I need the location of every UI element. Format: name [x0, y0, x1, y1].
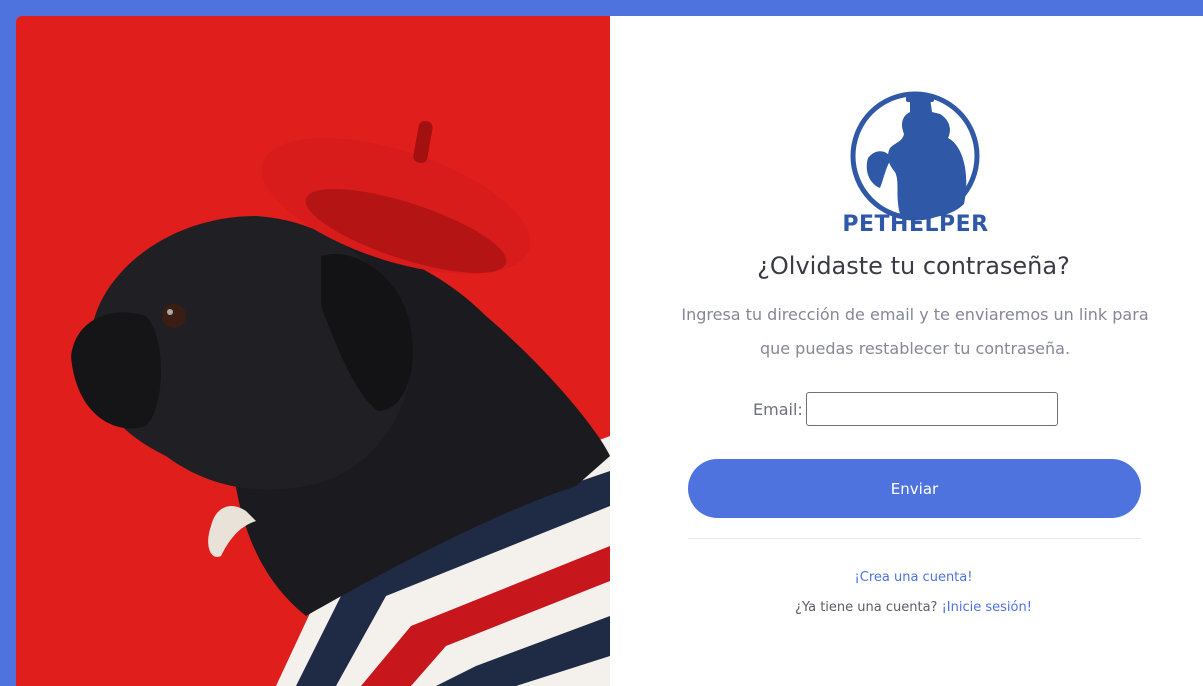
- email-input[interactable]: [805, 392, 1058, 426]
- login-card: PETHELPER ¿Olvidaste tu contraseña? Ingr…: [16, 16, 1203, 686]
- page-description: Ingresa tu dirección de email y te envia…: [681, 305, 1149, 358]
- email-label: Email:: [753, 399, 803, 419]
- pug-photo: [16, 16, 610, 686]
- divider: [688, 538, 1141, 539]
- forgot-password-panel: PETHELPER ¿Olvidaste tu contraseña? Ingr…: [610, 16, 1203, 686]
- page-title: ¿Olvidaste tu contraseña?: [757, 252, 1070, 280]
- submit-button[interactable]: Enviar: [688, 459, 1141, 518]
- have-account-text: ¿Ya tiene una cuenta?: [795, 600, 938, 615]
- create-account-link[interactable]: ¡Crea una cuenta!: [855, 570, 973, 585]
- create-account-row: ¡Crea una cuenta!: [610, 570, 1203, 585]
- email-row: Email:: [753, 392, 1058, 426]
- login-link[interactable]: ¡Inicie sesión!: [942, 600, 1032, 615]
- brand-name: PETHELPER: [842, 212, 989, 237]
- login-row: ¿Ya tiene una cuenta? ¡Inicie sesión!: [610, 600, 1203, 615]
